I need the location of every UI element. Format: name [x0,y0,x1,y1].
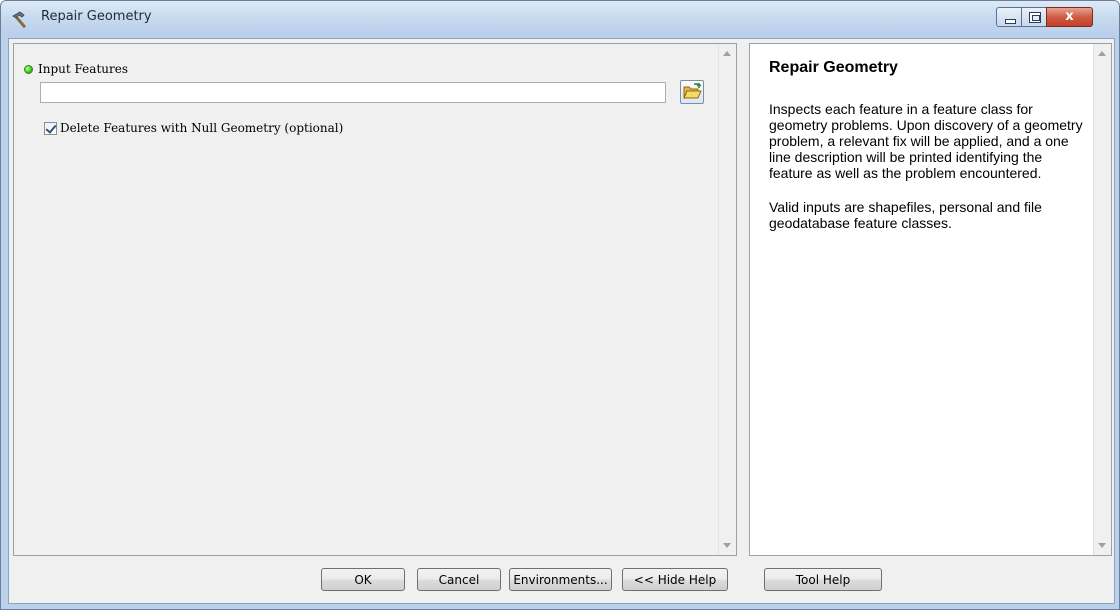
maximize-button[interactable] [1021,7,1047,27]
green-dot-icon [24,64,33,74]
delete-null-geometry-checkbox[interactable] [44,121,57,135]
help-paragraph: Inspects each feature in a feature class… [769,101,1083,181]
parameters-scrollbar[interactable] [718,44,736,555]
scroll-down-icon[interactable] [1098,543,1106,548]
help-body: Inspects each feature in a feature class… [769,101,1087,249]
parameters-pane: Input Features Delete Features with Null… [13,43,737,556]
input-features-row: Input Features [24,62,128,76]
scroll-down-icon[interactable] [723,543,731,548]
hammer-icon [12,11,26,28]
maximize-icon [1029,12,1041,23]
open-folder-icon [683,83,702,99]
dialog-client-area: Input Features Delete Features with Null… [8,38,1115,604]
scroll-up-icon[interactable] [1098,51,1106,56]
help-scrollbar[interactable] [1093,44,1111,555]
environments-button[interactable]: Environments... [509,568,612,591]
input-features-field[interactable] [40,82,666,103]
browse-button[interactable] [680,80,704,104]
hide-help-button[interactable]: << Hide Help [622,568,728,591]
help-paragraph: Valid inputs are shapefiles, personal an… [769,199,1042,231]
close-button[interactable]: x [1046,7,1093,27]
delete-null-geometry-option[interactable]: Delete Features with Null Geometry (opti… [44,121,343,135]
cancel-button[interactable]: Cancel [417,568,501,591]
help-pane: Repair Geometry Inspects each feature in… [749,43,1112,556]
window-title: Repair Geometry [41,9,152,24]
input-features-label: Input Features [38,62,128,76]
close-icon: x [1065,9,1074,24]
help-title: Repair Geometry [769,59,898,76]
delete-null-geometry-label: Delete Features with Null Geometry (opti… [60,121,344,135]
title-bar[interactable]: Repair Geometry x [1,1,1119,37]
tool-dialog-window: Repair Geometry x Input Features Delete … [0,0,1120,610]
ok-button[interactable]: OK [321,568,405,591]
scroll-up-icon[interactable] [723,51,731,56]
minimize-icon [1005,19,1016,24]
tool-help-button[interactable]: Tool Help [764,568,882,591]
minimize-button[interactable] [996,7,1022,27]
